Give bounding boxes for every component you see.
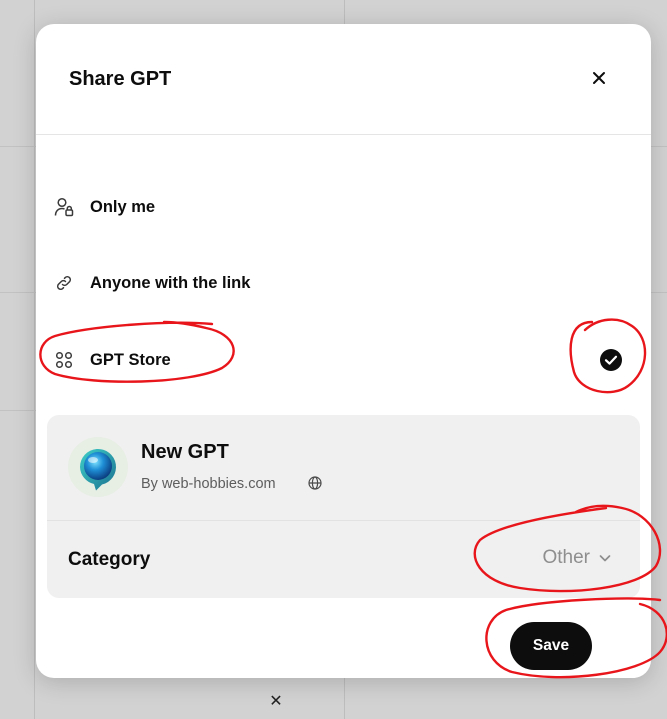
category-dropdown[interactable]: Other: [542, 547, 612, 569]
close-button[interactable]: [587, 66, 611, 90]
option-label: Only me: [90, 197, 156, 216]
gpt-name: New GPT: [141, 441, 229, 463]
background-divider: [0, 146, 36, 147]
user-lock-icon: [52, 195, 76, 219]
chevron-down-icon: [598, 551, 612, 565]
category-value: Other: [542, 547, 590, 568]
background-divider: [34, 0, 35, 719]
background-divider: [651, 292, 667, 293]
save-button[interactable]: Save: [510, 622, 592, 670]
option-gpt-store[interactable]: GPT Store: [52, 340, 635, 380]
dialog-header: Share GPT: [36, 24, 651, 135]
gpt-author: By web-hobbies.com: [141, 476, 276, 492]
background-divider: [651, 146, 667, 147]
check-circle-icon: [600, 349, 622, 371]
globe-icon[interactable]: [307, 475, 323, 491]
option-anyone-with-link[interactable]: Anyone with the link: [52, 263, 635, 303]
grid-icon: [52, 348, 76, 372]
share-gpt-dialog: Share GPT Only me Anyone with the link G…: [36, 24, 651, 678]
link-icon: [52, 271, 76, 295]
background-divider: [0, 292, 36, 293]
background-divider: [0, 410, 36, 411]
category-label: Category: [68, 549, 151, 570]
close-icon: [593, 72, 605, 84]
gpt-logo-icon: [68, 437, 128, 497]
option-only-me[interactable]: Only me: [52, 187, 635, 227]
option-label: Anyone with the link: [90, 273, 251, 292]
background-close-icon[interactable]: ✕: [266, 691, 286, 711]
gpt-store-card: New GPT By web-hobbies.com Category Othe…: [47, 415, 640, 598]
gpt-avatar: [68, 437, 128, 497]
dialog-title: Share GPT: [69, 68, 172, 90]
option-label: GPT Store: [90, 350, 171, 369]
gpt-info: New GPT By web-hobbies.com: [47, 415, 640, 521]
